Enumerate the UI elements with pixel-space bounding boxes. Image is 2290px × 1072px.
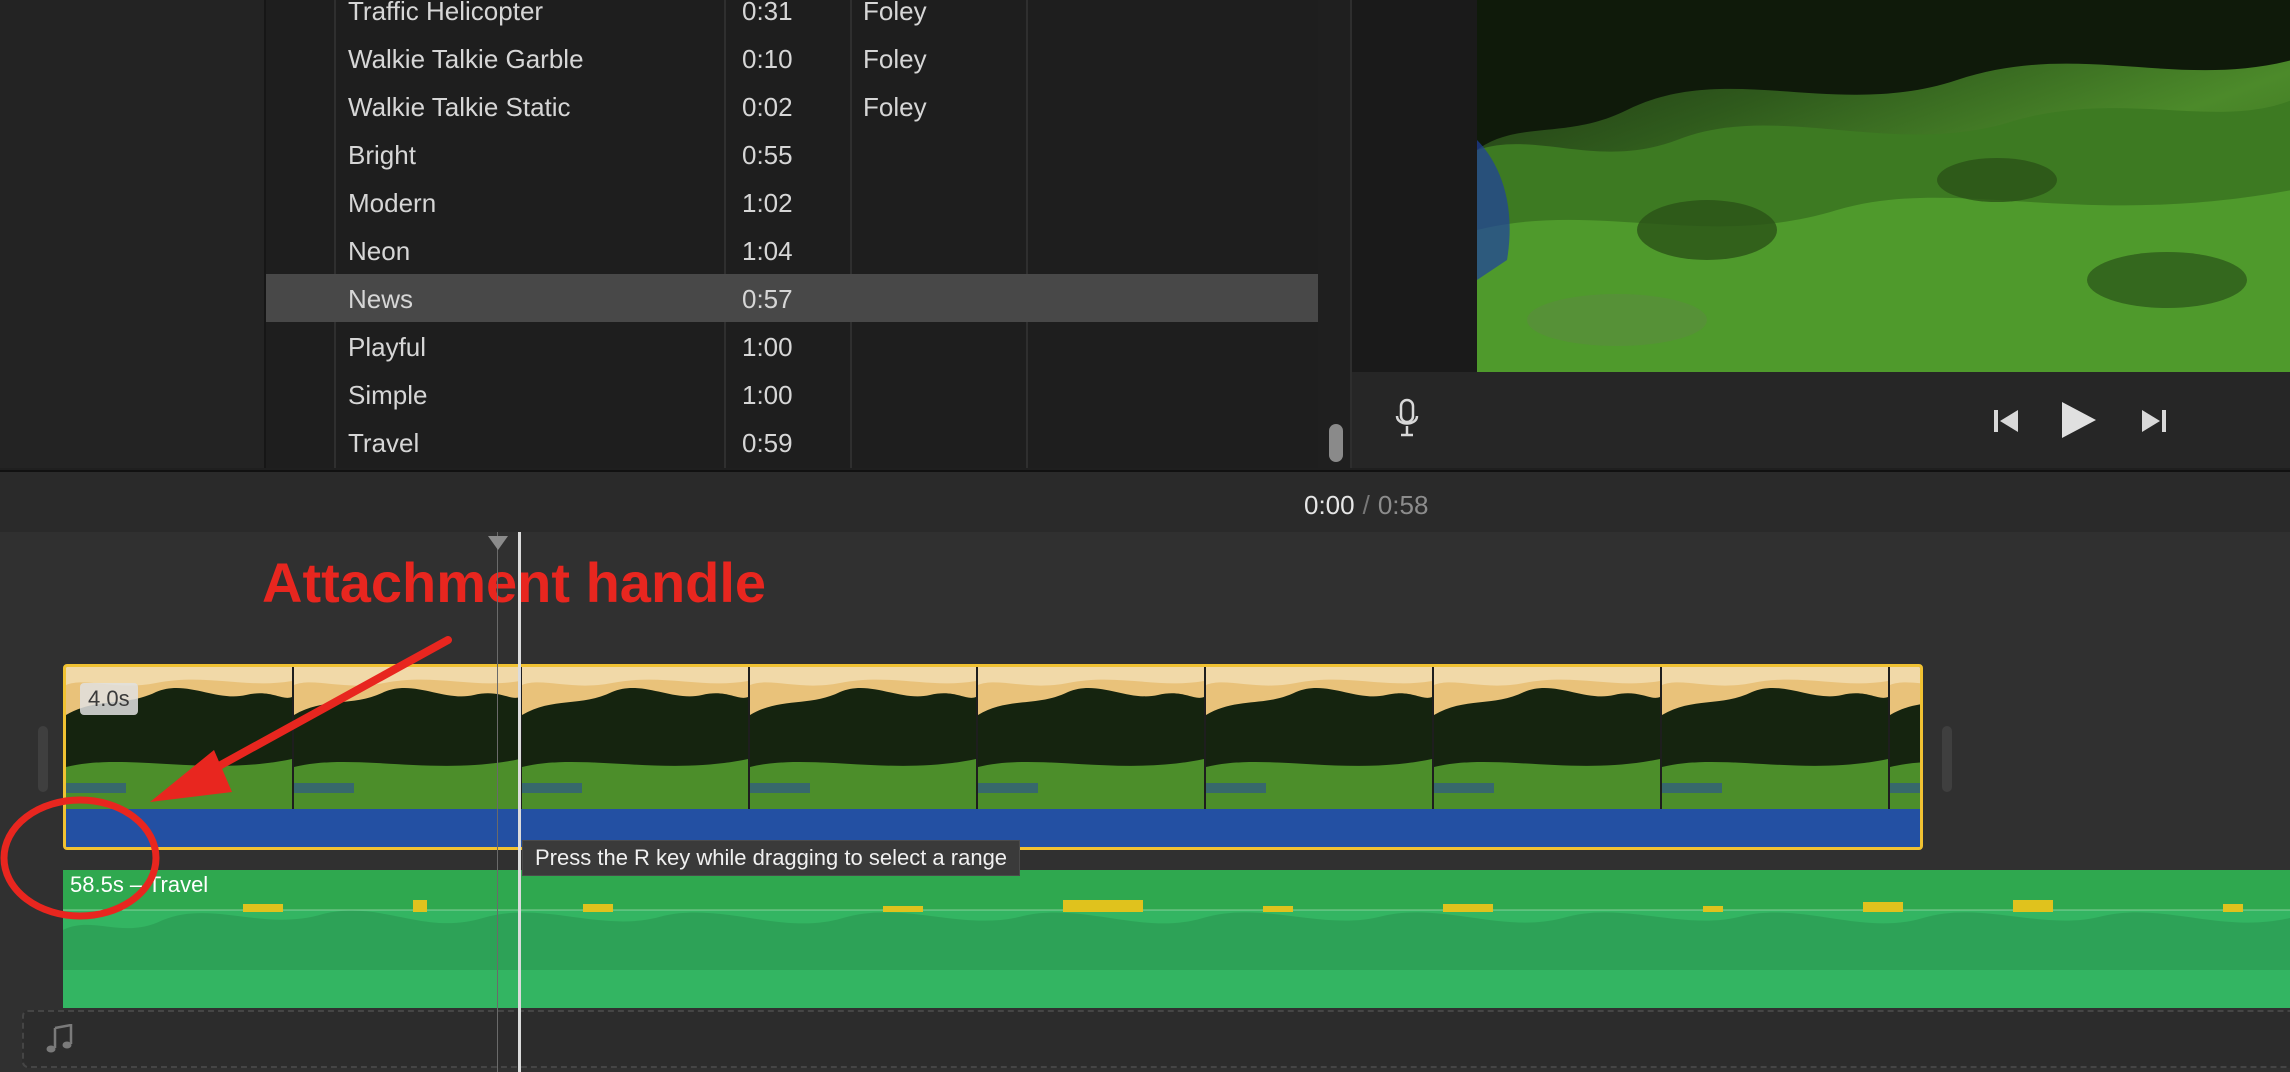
clip-duration-badge: 4.0s — [80, 683, 138, 715]
row-duration: 1:04 — [742, 236, 793, 266]
thumbnail-image — [1434, 667, 1660, 809]
clip-thumbnail — [294, 667, 522, 809]
audio-waveform — [63, 900, 2290, 1008]
row-category: Foley — [863, 44, 927, 74]
background-music-clip[interactable] — [63, 870, 2290, 1008]
table-row[interactable]: Bright 0:55 — [266, 130, 1318, 178]
row-category: Foley — [863, 0, 927, 26]
row-duration: 1:00 — [742, 380, 793, 410]
thumbnail-image — [522, 667, 748, 809]
annotation-label: Attachment handle — [262, 551, 767, 614]
thumbnail-image — [978, 667, 1204, 809]
browser-scrollbar[interactable] — [1329, 424, 1343, 462]
clip-thumbnail — [1662, 667, 1890, 809]
row-name: Playful — [348, 332, 427, 362]
total-time: 0:58 — [1377, 490, 1429, 520]
table-row-selected[interactable]: News 0:57 — [266, 274, 1318, 322]
playhead[interactable] — [518, 532, 521, 1072]
video-preview — [1477, 0, 2290, 372]
row-duration: 0:02 — [742, 92, 793, 122]
range-select-tooltip: Press the R key while dragging to select… — [522, 840, 1021, 876]
row-name: Neon — [348, 236, 411, 266]
viewer-controls — [1352, 372, 2290, 468]
row-duration: 1:02 — [742, 188, 793, 218]
table-row[interactable]: Modern 1:02 — [266, 178, 1318, 226]
skip-forward-icon[interactable] — [2140, 408, 2168, 434]
clip-thumbnail — [750, 667, 978, 809]
thumbnail-image — [294, 667, 520, 809]
thumbnail-image — [1890, 667, 1920, 809]
table-row[interactable]: Traffic Helicopter 0:31 Foley — [266, 0, 1318, 34]
music-clip-label: 58.5s – Travel — [70, 872, 209, 897]
music-well[interactable] — [22, 1010, 2290, 1068]
clip-thumbnails — [66, 667, 1920, 809]
thumbnail-image — [750, 667, 976, 809]
skip-back-icon[interactable] — [1992, 408, 2020, 434]
timecode-bar: 0:00/0:58 — [0, 470, 2290, 534]
row-name: News — [348, 284, 414, 314]
row-name: Travel — [348, 428, 420, 458]
row-duration: 0:57 — [742, 284, 793, 314]
table-row[interactable]: Walkie Talkie Garble 0:10 Foley — [266, 34, 1318, 82]
row-name: Modern — [348, 188, 437, 218]
library-sidebar — [0, 0, 266, 468]
clip-thumbnail — [1890, 667, 1920, 809]
timecode-display: 0:00/0:58 — [1304, 490, 1428, 521]
top-panel: Traffic Helicopter 0:31 Foley Walkie Tal… — [0, 0, 2290, 470]
row-duration: 0:10 — [742, 44, 793, 74]
table-row[interactable]: Simple 1:00 — [266, 370, 1318, 418]
thumbnail-image — [1206, 667, 1432, 809]
row-name: Walkie Talkie Static — [348, 92, 571, 122]
clip-thumbnail — [978, 667, 1206, 809]
row-duration: 0:59 — [742, 428, 793, 458]
table-row[interactable]: Walkie Talkie Static 0:02 Foley — [266, 82, 1318, 130]
music-note-icon — [46, 1024, 73, 1053]
timeline-left-edge-handle[interactable] — [38, 726, 48, 792]
microphone-icon[interactable] — [1394, 398, 1420, 440]
video-clip[interactable]: 4.0s — [63, 664, 1923, 850]
skimmer-line — [497, 532, 498, 1072]
row-duration: 1:00 — [742, 332, 793, 362]
current-time: 0:00 — [1304, 490, 1355, 520]
table-row[interactable]: Neon 1:04 — [266, 226, 1318, 274]
clip-thumbnail — [522, 667, 750, 809]
row-name: Traffic Helicopter — [348, 0, 544, 26]
play-icon[interactable] — [2060, 400, 2098, 440]
row-name: Walkie Talkie Garble — [348, 44, 584, 74]
thumbnail-image — [1662, 667, 1888, 809]
table-row[interactable]: Playful 1:00 — [266, 322, 1318, 370]
table-row[interactable]: Travel 0:59 — [266, 418, 1318, 466]
timeline-right-edge-handle[interactable] — [1942, 726, 1952, 792]
row-category: Foley — [863, 92, 927, 122]
row-duration: 0:31 — [742, 0, 793, 26]
clip-thumbnail — [1434, 667, 1662, 809]
row-name: Bright — [348, 140, 416, 170]
sound-effects-browser: Traffic Helicopter 0:31 Foley Walkie Tal… — [266, 0, 1318, 468]
time-separator: / — [1362, 490, 1370, 520]
viewer-panel — [1350, 0, 2290, 468]
clip-thumbnail — [1206, 667, 1434, 809]
row-name: Simple — [348, 380, 428, 410]
landscape-preview-image — [1477, 0, 2290, 372]
row-duration: 0:55 — [742, 140, 793, 170]
skimmer-marker-icon — [488, 536, 508, 550]
